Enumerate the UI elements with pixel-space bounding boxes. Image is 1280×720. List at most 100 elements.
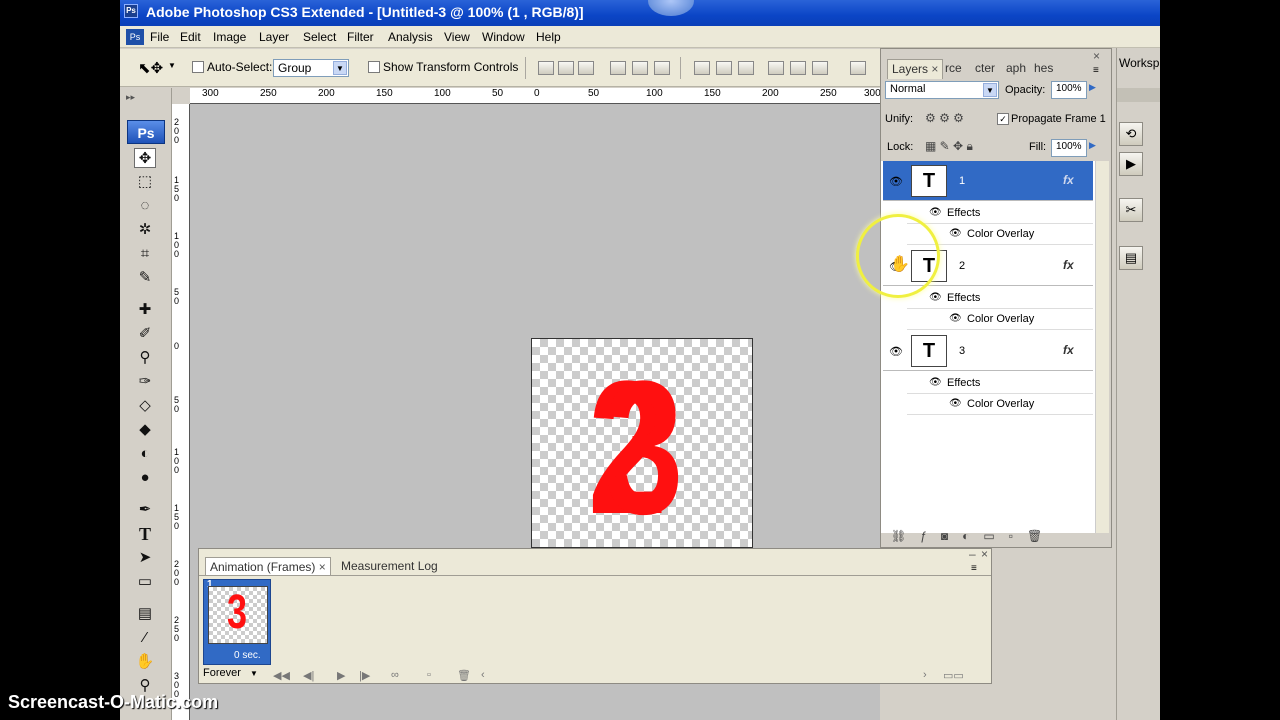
propagate-checkbox[interactable]: ✓ xyxy=(997,113,1009,125)
menu-analysis[interactable]: Analysis xyxy=(388,30,433,44)
align-top-icon[interactable] xyxy=(538,61,554,75)
duplicate-frame-icon[interactable]: ▫ xyxy=(427,669,431,681)
eye-icon[interactable]: 👁︎ xyxy=(929,377,942,388)
distribute-vcenter-icon[interactable] xyxy=(716,61,732,75)
eyedropper-tool-icon[interactable]: ⁄ xyxy=(134,628,156,648)
timeline-toggle-icon[interactable]: ▭▭ xyxy=(943,669,964,682)
document-canvas[interactable]: 2 3 xyxy=(531,338,753,548)
frame-delay[interactable]: 0 sec. xyxy=(234,650,261,661)
eye-icon[interactable]: 👁︎ xyxy=(887,175,905,188)
actions-icon[interactable]: ▶ xyxy=(1119,152,1143,176)
healing-brush-icon[interactable]: ✚ xyxy=(134,300,156,320)
layer-comps-icon[interactable]: ▤ xyxy=(1119,246,1143,270)
ps-logo[interactable]: Ps xyxy=(127,120,165,144)
dodge-tool-icon[interactable]: ● xyxy=(134,468,156,488)
menu-file[interactable]: File xyxy=(150,30,169,44)
tab-animation-frames[interactable]: Animation (Frames) × xyxy=(205,557,331,575)
auto-select-dropdown[interactable]: Group ▼ xyxy=(273,59,349,77)
distribute-top-icon[interactable] xyxy=(694,61,710,75)
tab-measurement-log[interactable]: Measurement Log xyxy=(337,557,442,575)
blur-tool-icon[interactable]: ◐ xyxy=(134,444,156,464)
eye-icon[interactable]: 👁︎ xyxy=(929,292,942,303)
first-frame-icon[interactable]: ◀◀ xyxy=(273,669,290,682)
paint-bucket-icon[interactable]: ◆ xyxy=(134,420,156,440)
distribute-right-icon[interactable] xyxy=(812,61,828,75)
eraser-tool-icon[interactable]: ◇ xyxy=(134,396,156,416)
menu-image[interactable]: Image xyxy=(213,30,246,44)
shape-tool-icon[interactable]: ▭ xyxy=(134,572,156,592)
slice-tool-icon[interactable]: ✎ xyxy=(134,268,156,288)
menu-select[interactable]: Select xyxy=(303,30,336,44)
align-left-icon[interactable] xyxy=(610,61,626,75)
convert-timeline-icon[interactable]: ‹ xyxy=(481,669,485,681)
align-hcenter-icon[interactable] xyxy=(632,61,648,75)
effects-row[interactable]: 👁︎ Effects xyxy=(907,288,1093,309)
tool-presets-icon[interactable]: ✂ xyxy=(1119,198,1143,222)
chevron-down-icon[interactable]: ▼ xyxy=(168,61,176,70)
play-icon[interactable]: ▶ xyxy=(337,669,345,682)
chevron-right-icon[interactable]: ▶ xyxy=(1089,140,1096,151)
blend-mode-dropdown[interactable]: Normal ▼ xyxy=(885,81,999,99)
eye-icon[interactable]: 👁︎ xyxy=(949,228,962,239)
menu-view[interactable]: View xyxy=(444,30,470,44)
marquee-tool-icon[interactable]: ⬚ xyxy=(134,172,156,192)
auto-select-checkbox[interactable] xyxy=(192,61,204,73)
panel-menu-icon[interactable]: ≡ xyxy=(1093,65,1099,76)
tab-swatches[interactable]: hes xyxy=(1030,59,1057,79)
animation-frame[interactable]: 1 3 0 sec. xyxy=(203,579,271,665)
close-icon[interactable]: × xyxy=(1093,49,1100,63)
distribute-left-icon[interactable] xyxy=(768,61,784,75)
fx-icon[interactable]: fx xyxy=(1063,343,1074,357)
lasso-tool-icon[interactable]: ◌ xyxy=(134,196,156,216)
notes-tool-icon[interactable]: ▤ xyxy=(134,604,156,624)
layer-row[interactable]: 👁︎ T 3 fx xyxy=(883,331,1093,371)
history-brush-icon[interactable]: ✑ xyxy=(134,372,156,392)
color-overlay-row[interactable]: 👁︎ Color Overlay xyxy=(907,394,1093,415)
adjustment-icon[interactable]: ◐ xyxy=(962,529,983,543)
clone-stamp-icon[interactable]: ⚲ xyxy=(134,348,156,368)
fx-icon[interactable]: fx xyxy=(1063,173,1074,187)
next-frame-icon[interactable]: |▶ xyxy=(359,669,370,682)
panel-menu-icon[interactable]: ≡ xyxy=(971,563,977,574)
folder-icon[interactable]: ▭ xyxy=(983,529,1008,543)
move-tool-icon[interactable]: ⬉✥ xyxy=(138,59,163,77)
new-layer-icon[interactable]: ▫ xyxy=(1009,529,1027,543)
move-tool-icon[interactable]: ✥ xyxy=(134,148,156,168)
auto-align-icon[interactable] xyxy=(850,61,866,75)
menu-layer[interactable]: Layer xyxy=(259,30,289,44)
menu-window[interactable]: Window xyxy=(482,30,525,44)
collapse-icon[interactable]: ▸▸ xyxy=(126,92,135,103)
unify-icons[interactable]: ⚙ ⚙ ⚙ xyxy=(925,111,964,125)
eye-icon[interactable]: 👁︎ xyxy=(949,313,962,324)
menu-help[interactable]: Help xyxy=(536,30,561,44)
pen-tool-icon[interactable]: ✒ xyxy=(134,500,156,520)
close-icon[interactable]: × xyxy=(931,62,938,76)
fx-icon[interactable]: fx xyxy=(1063,258,1074,272)
opacity-input[interactable]: 100% xyxy=(1051,81,1087,99)
layer-row[interactable]: 👁︎ T 1 fx xyxy=(883,161,1093,201)
tab-layers[interactable]: Layers × xyxy=(887,59,944,79)
title-bar[interactable]: Ps Adobe Photoshop CS3 Extended - [Untit… xyxy=(120,0,1160,26)
align-right-icon[interactable] xyxy=(654,61,670,75)
fx-menu-icon[interactable]: ƒ xyxy=(920,529,941,543)
align-bottom-icon[interactable] xyxy=(578,61,594,75)
tab-source[interactable]: rce xyxy=(941,59,966,79)
document-icon[interactable]: Ps xyxy=(126,29,144,45)
layers-scrollbar[interactable] xyxy=(1095,161,1109,533)
distribute-hcenter-icon[interactable] xyxy=(790,61,806,75)
tab-character[interactable]: cter xyxy=(971,59,999,79)
show-transform-checkbox[interactable] xyxy=(368,61,380,73)
lock-icons[interactable]: ▦ ✎ ✥ 🔒︎ xyxy=(925,139,973,154)
menu-filter[interactable]: Filter xyxy=(347,30,374,44)
brush-tool-icon[interactable]: ✐ xyxy=(134,324,156,344)
tween-icon[interactable]: ∞ xyxy=(391,669,399,681)
type-tool-icon[interactable]: T xyxy=(134,524,156,544)
link-icon[interactable]: ⛓ xyxy=(891,529,920,543)
dock-header[interactable] xyxy=(1117,88,1160,102)
menu-edit[interactable]: Edit xyxy=(180,30,201,44)
scroll-right-icon[interactable]: › xyxy=(923,669,927,681)
eye-icon[interactable]: 👁︎ xyxy=(929,207,942,218)
fill-input[interactable]: 100% xyxy=(1051,139,1087,157)
effects-row[interactable]: 👁︎ Effects xyxy=(907,373,1093,394)
eye-icon[interactable]: 👁︎ xyxy=(887,345,905,358)
